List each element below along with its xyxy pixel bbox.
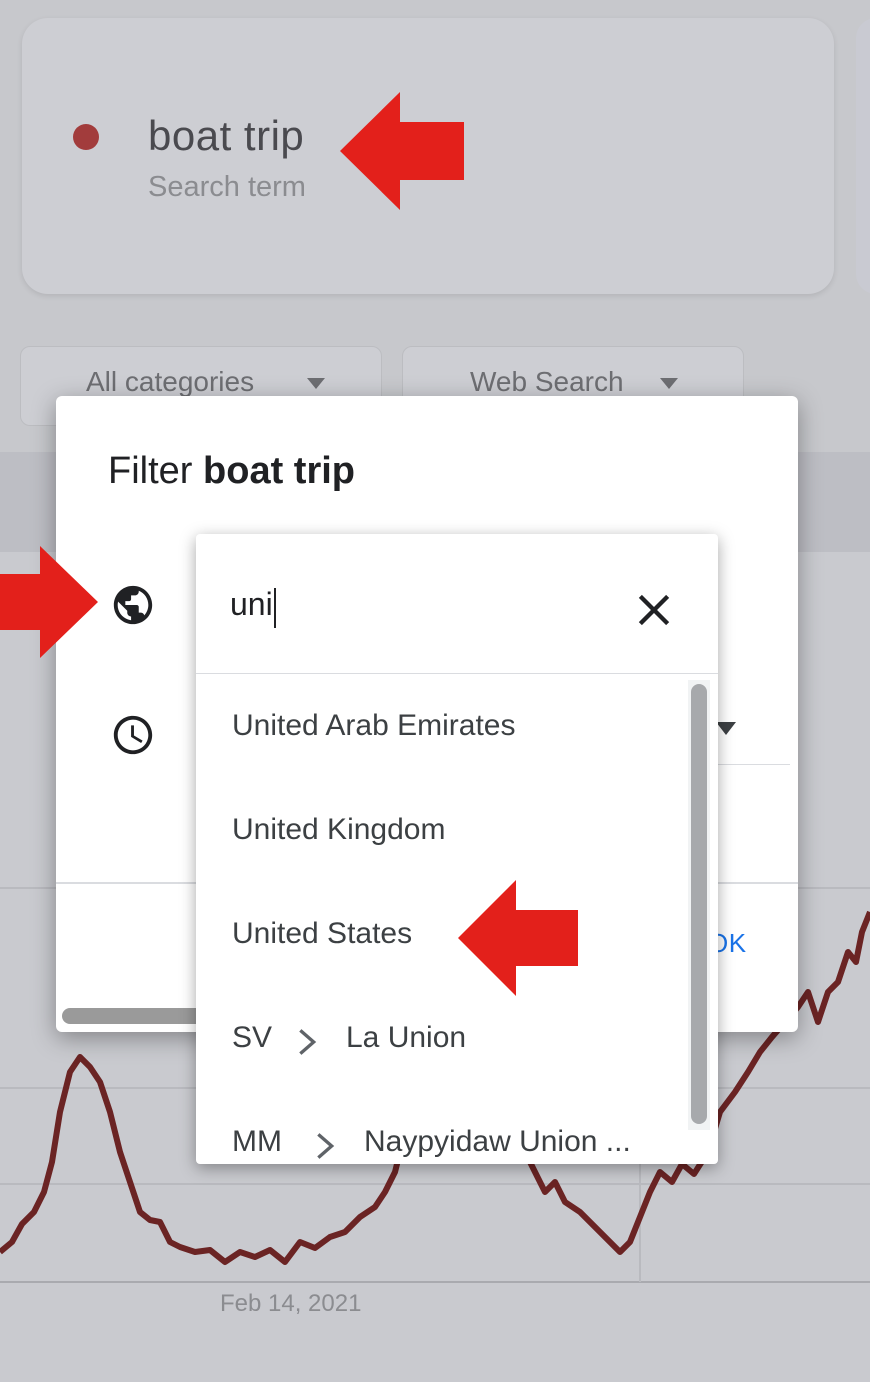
- globe-icon: [113, 585, 153, 625]
- close-icon[interactable]: [628, 584, 680, 636]
- option-region: La Union: [346, 1021, 467, 1054]
- chevron-down-icon: [307, 378, 325, 389]
- list-item[interactable]: United States: [196, 883, 686, 987]
- chart-x-axis-date: Feb 14, 2021: [220, 1290, 362, 1317]
- annotation-arrow-right: [0, 546, 98, 658]
- text-cursor: [274, 588, 276, 628]
- list-item[interactable]: SV La Union: [196, 987, 686, 1091]
- search-type-filter-label: Web Search: [470, 366, 624, 397]
- location-options-list: United Arab Emirates United Kingdom Unit…: [196, 675, 718, 1164]
- option-region: Naypyidaw Union ...: [364, 1125, 631, 1158]
- chevron-down-icon: [660, 378, 678, 389]
- option-label: United Kingdom: [232, 813, 446, 846]
- option-label: United Arab Emirates: [232, 709, 516, 742]
- list-item[interactable]: United Kingdom: [196, 779, 686, 883]
- search-term-name: boat trip: [148, 112, 305, 159]
- time-range-chevron-down-icon[interactable]: [716, 722, 736, 735]
- horizontal-scrollbar[interactable]: [62, 1008, 212, 1024]
- location-dropdown: United Arab Emirates United Kingdom Unit…: [196, 534, 718, 1164]
- location-search-row: [196, 534, 718, 674]
- dropdown-scrollbar-thumb[interactable]: [691, 684, 707, 1124]
- location-search-input[interactable]: [230, 574, 610, 634]
- add-comparison-card[interactable]: [856, 18, 870, 294]
- list-item[interactable]: United Arab Emirates: [196, 675, 686, 779]
- dialog-title: Filter boat trip: [108, 450, 355, 493]
- chevron-right-icon: [317, 1133, 335, 1159]
- search-term-type: Search term: [148, 171, 306, 203]
- annotation-arrow-left: [340, 92, 464, 210]
- search-term-color-dot: [73, 124, 99, 150]
- dialog-title-term: boat trip: [203, 450, 355, 492]
- list-item[interactable]: MM Naypyidaw Union ...: [196, 1091, 686, 1164]
- option-label: United States: [232, 917, 413, 950]
- option-country-code: MM: [232, 1125, 282, 1158]
- chevron-right-icon: [299, 1029, 317, 1055]
- category-filter-label: All categories: [86, 366, 255, 397]
- clock-icon: [113, 715, 153, 755]
- annotation-arrow-left: [458, 880, 578, 996]
- dialog-title-prefix: Filter: [108, 450, 193, 492]
- option-country-code: SV: [232, 1021, 273, 1054]
